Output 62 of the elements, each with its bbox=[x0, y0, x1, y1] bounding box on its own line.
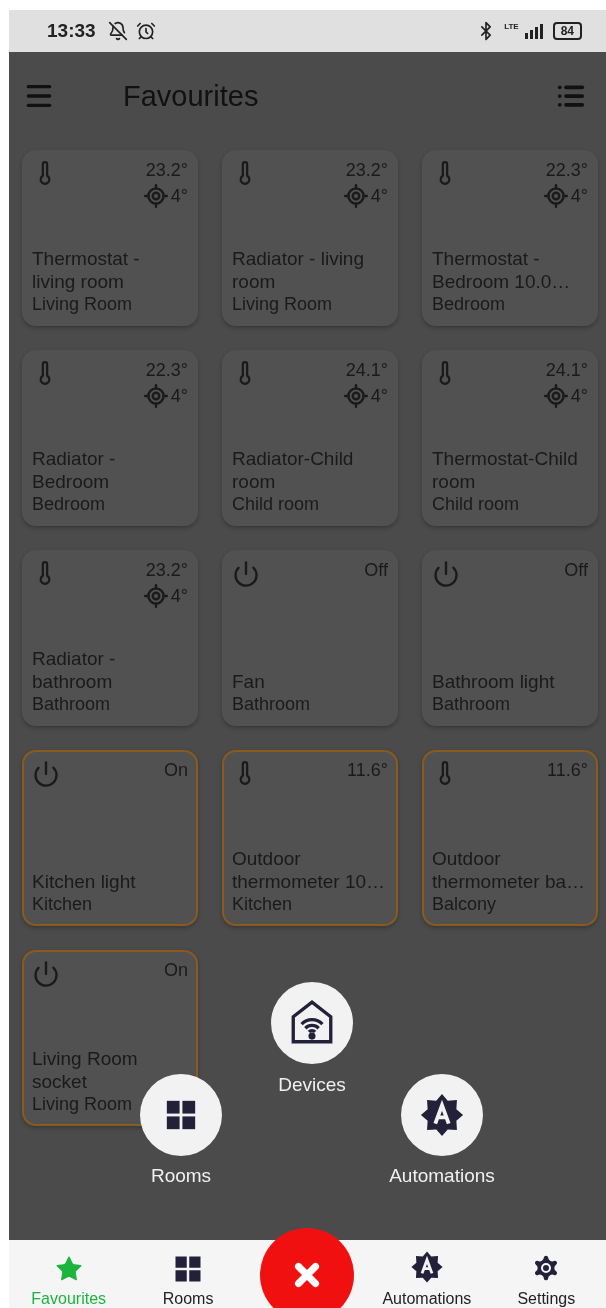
battery-indicator: 84 bbox=[552, 22, 582, 40]
temperature-reading: 24.1° bbox=[545, 360, 588, 381]
target-icon bbox=[142, 583, 169, 609]
device-name: Thermostat-Child room bbox=[432, 447, 579, 493]
temperature-reading: 23.2° bbox=[145, 560, 188, 581]
room-name: Bathroom bbox=[232, 693, 312, 716]
device-name: Radiator - living room bbox=[232, 247, 365, 293]
room-name: Child room bbox=[432, 493, 521, 516]
device-card[interactable]: On Kitchen light Kitchen bbox=[22, 750, 198, 926]
power-icon bbox=[32, 760, 60, 788]
nav-tab[interactable]: Settings bbox=[486, 1240, 606, 1308]
target-icon bbox=[542, 183, 569, 209]
temperature-reading: 22.3° bbox=[545, 160, 588, 181]
target-icon bbox=[142, 183, 169, 209]
state-label: On bbox=[164, 960, 188, 981]
badge-a-icon bbox=[419, 1092, 465, 1138]
temperature-reading: 22.3° bbox=[145, 360, 188, 381]
target-icon bbox=[342, 383, 369, 409]
status-time: 13:33 bbox=[47, 20, 96, 42]
power-icon bbox=[232, 560, 260, 588]
fab-menu-label: Rooms bbox=[150, 1165, 212, 1187]
room-name: Balcony bbox=[432, 893, 498, 916]
nav-tab[interactable]: Rooms bbox=[128, 1240, 248, 1308]
temperature-reading: 23.2° bbox=[145, 160, 188, 181]
room-name: Kitchen bbox=[32, 893, 94, 916]
temperature-reading: 24.1° bbox=[345, 360, 388, 381]
badge-a-icon bbox=[409, 1250, 444, 1284]
temperature-reading: 11.6° bbox=[347, 760, 388, 781]
page-title: Favourites bbox=[123, 79, 260, 113]
power-icon bbox=[32, 960, 60, 988]
device-name: Bathroom light bbox=[432, 670, 556, 693]
temperature-reading: 23.2° bbox=[345, 160, 388, 181]
power-icon bbox=[432, 560, 460, 588]
room-name: Kitchen bbox=[232, 893, 294, 916]
fab-menu-label: Automations bbox=[389, 1165, 495, 1187]
room-name: Bedroom bbox=[432, 293, 507, 316]
network-type: LTE bbox=[504, 23, 519, 31]
device-name: Radiator - bathroom bbox=[32, 647, 117, 693]
device-card[interactable]: Off Bathroom light Bathroom bbox=[422, 550, 598, 726]
grid-icon bbox=[173, 1254, 204, 1284]
nav-tab[interactable]: Automations bbox=[367, 1240, 487, 1308]
temperature-reading: 11.6° bbox=[547, 760, 588, 781]
state-label: Off bbox=[364, 560, 388, 581]
device-name: Fan bbox=[232, 670, 266, 693]
device-name: Kitchen light bbox=[32, 870, 137, 893]
room-name: Bathroom bbox=[432, 693, 512, 716]
state-label: On bbox=[164, 760, 188, 781]
bell-off-icon bbox=[107, 21, 128, 41]
room-name: Child room bbox=[232, 493, 321, 516]
device-name: Radiator-Child room bbox=[232, 447, 355, 493]
target-icon bbox=[342, 183, 369, 209]
state-label: Off bbox=[564, 560, 588, 581]
signal-icon bbox=[522, 23, 545, 39]
target-icon bbox=[542, 383, 569, 409]
grid-icon bbox=[164, 1098, 198, 1132]
room-name: Bedroom bbox=[32, 493, 107, 516]
device-card[interactable]: Off Fan Bathroom bbox=[222, 550, 398, 726]
fab-menu-label: Devices bbox=[278, 1074, 346, 1096]
target-icon bbox=[142, 383, 169, 409]
nav-tab[interactable]: Favourites bbox=[9, 1240, 129, 1308]
alarm-clock-icon bbox=[135, 21, 156, 41]
room-name: Bathroom bbox=[32, 693, 112, 716]
